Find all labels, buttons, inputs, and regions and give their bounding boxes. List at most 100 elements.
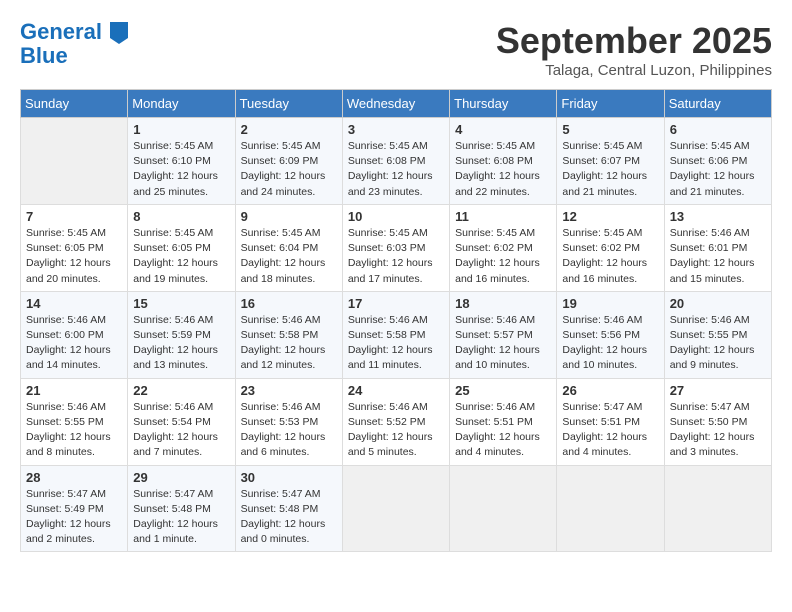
calendar-cell (664, 465, 771, 552)
calendar-cell: 22 Sunrise: 5:46 AM Sunset: 5:54 PM Dayli… (128, 378, 235, 465)
day-number: 20 (670, 296, 766, 311)
weekday-header-sunday: Sunday (21, 90, 128, 118)
day-number: 27 (670, 383, 766, 398)
day-number: 22 (133, 383, 229, 398)
weekday-header-tuesday: Tuesday (235, 90, 342, 118)
calendar-cell: 24 Sunrise: 5:46 AM Sunset: 5:52 PM Dayli… (342, 378, 449, 465)
day-number: 23 (241, 383, 337, 398)
calendar-cell (342, 465, 449, 552)
calendar-cell: 5 Sunrise: 5:45 AM Sunset: 6:07 PM Daylig… (557, 118, 664, 205)
day-number: 18 (455, 296, 551, 311)
day-number: 29 (133, 470, 229, 485)
day-number: 19 (562, 296, 658, 311)
day-info: Sunrise: 5:45 AM Sunset: 6:06 PM Dayligh… (670, 139, 766, 200)
day-info: Sunrise: 5:45 AM Sunset: 6:04 PM Dayligh… (241, 226, 337, 287)
weekday-header-thursday: Thursday (450, 90, 557, 118)
day-info: Sunrise: 5:46 AM Sunset: 5:52 PM Dayligh… (348, 400, 444, 461)
day-number: 12 (562, 209, 658, 224)
day-number: 26 (562, 383, 658, 398)
day-number: 28 (26, 470, 122, 485)
day-info: Sunrise: 5:47 AM Sunset: 5:48 PM Dayligh… (133, 487, 229, 548)
calendar-cell: 3 Sunrise: 5:45 AM Sunset: 6:08 PM Daylig… (342, 118, 449, 205)
day-info: Sunrise: 5:45 AM Sunset: 6:08 PM Dayligh… (455, 139, 551, 200)
calendar-cell: 25Sunrise: 5:46 AM Sunset: 5:51 PM Dayli… (450, 378, 557, 465)
weekday-header-friday: Friday (557, 90, 664, 118)
calendar-cell: 12 Sunrise: 5:45 AM Sunset: 6:02 PM Dayli… (557, 204, 664, 291)
day-number: 16 (241, 296, 337, 311)
calendar-cell: 27 Sunrise: 5:47 AM Sunset: 5:50 PM Dayli… (664, 378, 771, 465)
day-number: 5 (562, 122, 658, 137)
day-number: 13 (670, 209, 766, 224)
day-info: Sunrise: 5:46 AM Sunset: 5:59 PM Dayligh… (133, 313, 229, 374)
day-number: 7 (26, 209, 122, 224)
location: Talaga, Central Luzon, Philippines (496, 62, 772, 79)
calendar-cell: 11Sunrise: 5:45 AM Sunset: 6:02 PM Dayli… (450, 204, 557, 291)
calendar-cell: 20Sunrise: 5:46 AM Sunset: 5:55 PM Dayli… (664, 291, 771, 378)
calendar-cell: 9 Sunrise: 5:45 AM Sunset: 6:04 PM Daylig… (235, 204, 342, 291)
calendar-cell: 13Sunrise: 5:46 AM Sunset: 6:01 PM Dayli… (664, 204, 771, 291)
weekday-header-monday: Monday (128, 90, 235, 118)
day-number: 3 (348, 122, 444, 137)
day-info: Sunrise: 5:46 AM Sunset: 5:51 PM Dayligh… (455, 400, 551, 461)
weekday-header-row: SundayMondayTuesdayWednesdayThursdayFrid… (21, 90, 772, 118)
day-number: 8 (133, 209, 229, 224)
logo-icon (110, 22, 128, 44)
day-info: Sunrise: 5:45 AM Sunset: 6:07 PM Dayligh… (562, 139, 658, 200)
day-info: Sunrise: 5:46 AM Sunset: 6:00 PM Dayligh… (26, 313, 122, 374)
page-header: General Blue September 2025 Talaga, Cent… (20, 20, 772, 79)
day-info: Sunrise: 5:45 AM Sunset: 6:03 PM Dayligh… (348, 226, 444, 287)
calendar-table: SundayMondayTuesdayWednesdayThursdayFrid… (20, 89, 772, 552)
day-info: Sunrise: 5:47 AM Sunset: 5:50 PM Dayligh… (670, 400, 766, 461)
calendar-cell: 4 Sunrise: 5:45 AM Sunset: 6:08 PM Daylig… (450, 118, 557, 205)
calendar-cell: 30 Sunrise: 5:47 AM Sunset: 5:48 PM Dayli… (235, 465, 342, 552)
day-info: Sunrise: 5:46 AM Sunset: 5:58 PM Dayligh… (241, 313, 337, 374)
day-info: Sunrise: 5:46 AM Sunset: 5:53 PM Dayligh… (241, 400, 337, 461)
calendar-cell: 15 Sunrise: 5:46 AM Sunset: 5:59 PM Dayli… (128, 291, 235, 378)
calendar-cell: 29 Sunrise: 5:47 AM Sunset: 5:48 PM Dayli… (128, 465, 235, 552)
day-info: Sunrise: 5:45 AM Sunset: 6:02 PM Dayligh… (455, 226, 551, 287)
weekday-header-saturday: Saturday (664, 90, 771, 118)
day-info: Sunrise: 5:45 AM Sunset: 6:09 PM Dayligh… (241, 139, 337, 200)
calendar-cell (450, 465, 557, 552)
day-number: 2 (241, 122, 337, 137)
calendar-cell (557, 465, 664, 552)
calendar-cell: 7Sunrise: 5:45 AM Sunset: 6:05 PM Daylig… (21, 204, 128, 291)
day-number: 15 (133, 296, 229, 311)
day-number: 9 (241, 209, 337, 224)
day-info: Sunrise: 5:46 AM Sunset: 5:58 PM Dayligh… (348, 313, 444, 374)
logo: General Blue (20, 20, 128, 68)
day-info: Sunrise: 5:46 AM Sunset: 5:56 PM Dayligh… (562, 313, 658, 374)
calendar-week-row: 21 Sunrise: 5:46 AM Sunset: 5:55 PM Dayli… (21, 378, 772, 465)
weekday-header-wednesday: Wednesday (342, 90, 449, 118)
day-number: 4 (455, 122, 551, 137)
day-info: Sunrise: 5:45 AM Sunset: 6:05 PM Dayligh… (133, 226, 229, 287)
month-title: September 2025 (496, 20, 772, 62)
calendar-cell: 21 Sunrise: 5:46 AM Sunset: 5:55 PM Dayli… (21, 378, 128, 465)
calendar-cell: 14 Sunrise: 5:46 AM Sunset: 6:00 PM Dayli… (21, 291, 128, 378)
calendar-week-row: 14 Sunrise: 5:46 AM Sunset: 6:00 PM Dayli… (21, 291, 772, 378)
calendar-cell: 10Sunrise: 5:45 AM Sunset: 6:03 PM Dayli… (342, 204, 449, 291)
day-info: Sunrise: 5:46 AM Sunset: 5:55 PM Dayligh… (26, 400, 122, 461)
calendar-cell: 6Sunrise: 5:45 AM Sunset: 6:06 PM Daylig… (664, 118, 771, 205)
calendar-cell: 1Sunrise: 5:45 AM Sunset: 6:10 PM Daylig… (128, 118, 235, 205)
day-number: 17 (348, 296, 444, 311)
day-info: Sunrise: 5:47 AM Sunset: 5:51 PM Dayligh… (562, 400, 658, 461)
calendar-cell: 23 Sunrise: 5:46 AM Sunset: 5:53 PM Dayli… (235, 378, 342, 465)
logo-general: General (20, 19, 102, 44)
calendar-cell: 16 Sunrise: 5:46 AM Sunset: 5:58 PM Dayli… (235, 291, 342, 378)
calendar-cell: 8 Sunrise: 5:45 AM Sunset: 6:05 PM Daylig… (128, 204, 235, 291)
day-number: 24 (348, 383, 444, 398)
day-info: Sunrise: 5:46 AM Sunset: 5:54 PM Dayligh… (133, 400, 229, 461)
day-number: 1 (133, 122, 229, 137)
calendar-week-row: 1Sunrise: 5:45 AM Sunset: 6:10 PM Daylig… (21, 118, 772, 205)
day-info: Sunrise: 5:47 AM Sunset: 5:48 PM Dayligh… (241, 487, 337, 548)
calendar-cell: 2 Sunrise: 5:45 AM Sunset: 6:09 PM Daylig… (235, 118, 342, 205)
calendar-week-row: 7 Sunrise: 5:45 AM Sunset: 6:05 PM Daylig… (21, 204, 772, 291)
day-info: Sunrise: 5:45 AM Sunset: 6:02 PM Dayligh… (562, 226, 658, 287)
title-section: September 2025 Talaga, Central Luzon, Ph… (496, 20, 772, 79)
day-number: 21 (26, 383, 122, 398)
day-number: 14 (26, 296, 122, 311)
day-number: 30 (241, 470, 337, 485)
calendar-cell: 26 Sunrise: 5:47 AM Sunset: 5:51 PM Dayli… (557, 378, 664, 465)
day-info: Sunrise: 5:45 AM Sunset: 6:08 PM Dayligh… (348, 139, 444, 200)
